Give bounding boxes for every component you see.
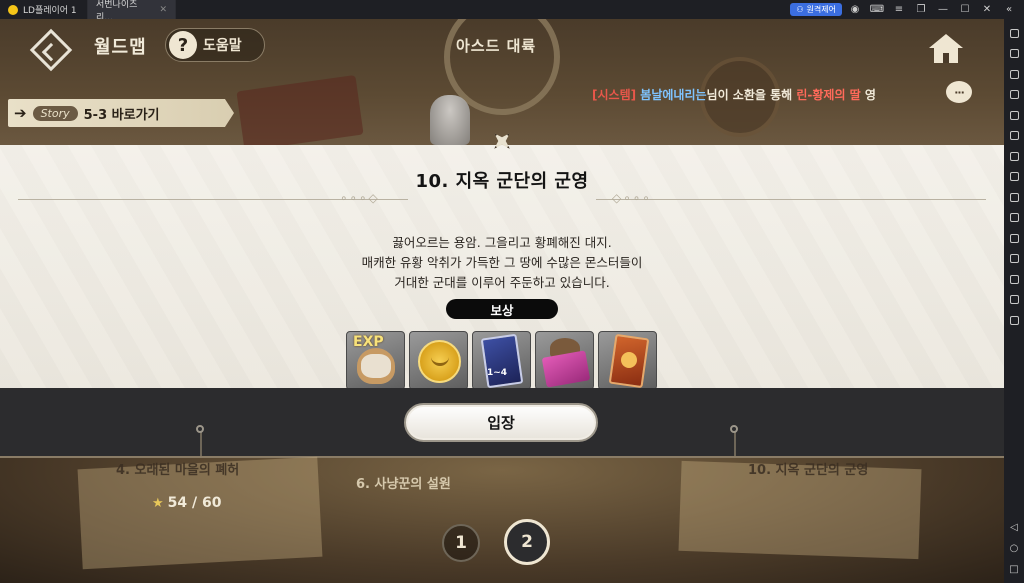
multi-instance-icon[interactable] <box>1004 146 1024 167</box>
reward-exp-icon[interactable]: EXP <box>346 331 405 390</box>
ornament-right-icon: ◇∘∘∘ <box>612 191 652 205</box>
volume-up-icon[interactable] <box>1004 64 1024 85</box>
star-emblem-icon <box>484 123 520 159</box>
remote-control-button[interactable]: ⚇ 원격제어 <box>790 3 842 16</box>
keyboard-icon[interactable] <box>1004 44 1024 65</box>
system-message: [시스템] 봄날에내리는님이 소환을 통해 린-황제의 딸 영 <box>592 88 876 102</box>
home-button[interactable] <box>920 27 972 71</box>
story-tag: Story <box>32 105 78 121</box>
tab-game[interactable]: 서번나이츠 리... ✕ <box>0 0 176 29</box>
reward-gift-box-icon[interactable] <box>535 331 594 390</box>
ldplayer-logo-icon <box>8 4 18 15</box>
reward-tarot-card-icon[interactable] <box>598 331 657 390</box>
enter-button[interactable]: 입장 <box>404 403 598 442</box>
star-progress: ★ 54 / 60 <box>152 495 222 511</box>
folder-icon[interactable] <box>1004 269 1024 290</box>
location-icon[interactable] <box>1004 290 1024 311</box>
tab-label: LD플레이어 1 <box>23 6 77 16</box>
game-viewport: 월드맵 ? 도움말 아스드 대륙 ➔ Story 5-3 바로가기 [시스템] … <box>0 19 1004 583</box>
collapse-sidebar-icon[interactable]: « <box>1000 3 1018 17</box>
star-icon: ★ <box>152 495 164 511</box>
reward-list: EXP 1~4 <box>346 331 657 390</box>
minimize-icon[interactable]: — <box>934 3 952 17</box>
close-tab-icon[interactable]: ✕ <box>159 5 167 15</box>
stage-description: 끓어오르는 용암. 그을리고 황폐해진 대지. 매캐한 유황 악취가 가득한 그… <box>361 235 643 290</box>
page-2-button[interactable]: 2 <box>504 519 550 565</box>
stage-title: 10. 지옥 군단의 군영 <box>415 171 589 192</box>
close-icon[interactable]: ✕ <box>978 3 996 17</box>
apk-icon[interactable] <box>1004 228 1024 249</box>
path-node <box>196 425 204 433</box>
back-button[interactable] <box>28 27 74 73</box>
stage-label-mid[interactable]: 6. 사냥꾼의 설원 <box>356 473 451 492</box>
path-node <box>730 425 738 433</box>
volume-down-icon[interactable] <box>1004 85 1024 106</box>
scissors-icon[interactable] <box>1004 187 1024 208</box>
region-name: 아스드 대륙 <box>456 37 537 55</box>
story-shortcut-button[interactable]: ➔ Story 5-3 바로가기 <box>8 99 234 127</box>
camera-icon[interactable] <box>1004 310 1024 331</box>
settings-icon[interactable] <box>1004 23 1024 44</box>
maximize-icon[interactable]: ☐ <box>956 3 974 17</box>
page-title: 월드맵 <box>94 37 147 58</box>
account-icon[interactable]: ◉ <box>846 3 864 17</box>
divider-right <box>596 199 986 200</box>
help-button[interactable]: ? 도움말 <box>165 28 265 62</box>
back-icon[interactable]: ◁ <box>1010 522 1018 533</box>
path-line <box>734 429 736 457</box>
home-circle-icon[interactable]: ○ <box>1010 543 1019 554</box>
page-1-button[interactable]: 1 <box>442 524 480 562</box>
stage-label-right: 10. 지옥 군단의 군영 <box>748 463 869 478</box>
statue-decoration <box>430 95 470 145</box>
emulator-sidebar: ◁ ○ □ <box>1004 19 1024 583</box>
help-label: 도움말 <box>203 38 242 54</box>
story-shortcut-label: 5-3 바로가기 <box>83 107 160 123</box>
home-icon <box>929 34 963 64</box>
stage-label-left: 4. 오래된 마을의 폐허 <box>116 463 240 478</box>
file-icon[interactable] <box>1004 249 1024 270</box>
path-line <box>200 429 202 457</box>
ornament-left-icon: ∘∘∘◇ <box>340 191 380 205</box>
question-icon: ? <box>169 31 197 59</box>
double-arrow-icon: ➔ <box>14 104 27 122</box>
restore-window-icon[interactable]: ❐ <box>912 3 930 17</box>
gamepad-icon[interactable]: ⌨ <box>868 3 886 17</box>
back-arrow-icon <box>29 28 73 72</box>
recent-apps-icon[interactable]: □ <box>1009 564 1018 575</box>
menu-icon[interactable]: ≡ <box>890 3 908 17</box>
tab-ldplayer[interactable]: LD플레이어 1 <box>0 0 88 19</box>
emulator-titlebar: LD플레이어 1 서번나이츠 리... ✕ ⚇ 원격제어 ◉ ⌨ ≡ ❐ — ☐… <box>0 0 1024 29</box>
gamepad-icon: ⚇ <box>796 5 804 14</box>
stage-info-dialog: 10. 지옥 군단의 군영 ∘∘∘◇ ◇∘∘∘ 끓어오르는 용암. 그을리고 황… <box>0 145 1004 390</box>
robot-icon[interactable] <box>1004 167 1024 188</box>
reward-gold-icon[interactable] <box>409 331 468 390</box>
record-icon[interactable] <box>1004 208 1024 229</box>
screenshot-icon[interactable] <box>1004 105 1024 126</box>
reward-card-pack-icon[interactable]: 1~4 <box>472 331 531 390</box>
reward-header: 보상 <box>446 299 558 319</box>
chat-bubble-icon[interactable]: ··· <box>946 81 972 103</box>
sync-icon[interactable] <box>1004 126 1024 147</box>
